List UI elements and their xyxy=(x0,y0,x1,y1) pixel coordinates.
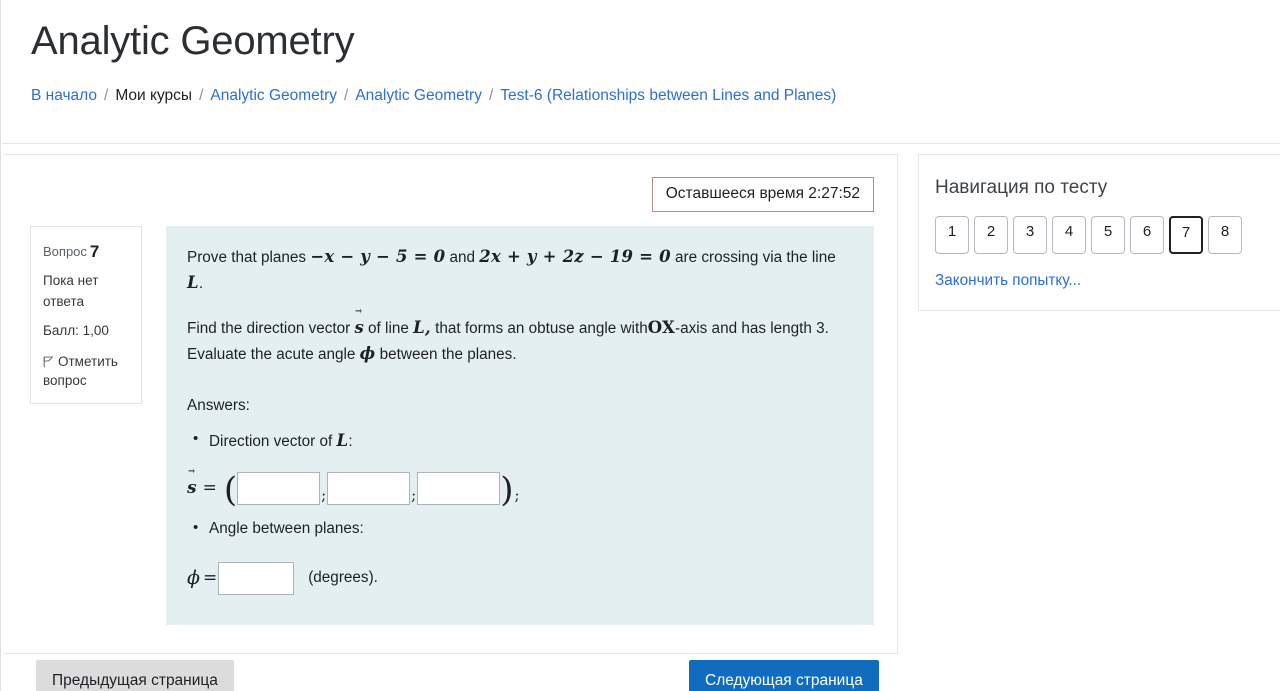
vector-component-z-input[interactable] xyxy=(417,472,501,506)
q2-pre: Find the direction vector xyxy=(187,319,351,337)
breadcrumb-separator: / xyxy=(199,87,204,104)
question-button-3[interactable]: 3 xyxy=(1013,215,1047,254)
axis-label: OX xyxy=(647,317,676,337)
next-page-button[interactable]: Следующая страница xyxy=(689,660,879,691)
quiz-timer: Оставшееся время 2:27:52 xyxy=(651,177,874,212)
question-info-box: Вопрос 7 Пока нет ответа Балл: 1,00 Отмет… xyxy=(30,225,142,405)
breadcrumb-item-home[interactable]: В начало xyxy=(31,87,97,104)
plane-equation-2: 2x + y + 2z − 19 = 0 xyxy=(479,246,671,266)
quiz-navigation-title: Навигация по тесту xyxy=(935,177,1108,198)
breadcrumb-separator: / xyxy=(104,87,109,104)
question-paragraph-2: Find the direction vector s of line L, t… xyxy=(187,315,852,368)
angle-value-input[interactable] xyxy=(218,561,295,595)
angle-input-row: ϕ = (degrees). xyxy=(187,561,852,595)
question-button-7[interactable]: 7 xyxy=(1169,215,1203,254)
breadcrumb-item-course[interactable]: Analytic Geometry xyxy=(210,87,337,104)
vector-equals-sign: = xyxy=(202,478,217,499)
phi-symbol: ϕ xyxy=(187,566,200,589)
answers-list-2: Angle between planes: xyxy=(187,516,852,541)
question-number-label: Вопрос xyxy=(43,243,87,259)
breadcrumb-item-section[interactable]: Analytic Geometry xyxy=(355,87,482,104)
line-label: L xyxy=(187,273,199,293)
question-state: Пока нет ответа xyxy=(43,273,99,310)
question-button-2[interactable]: 2 xyxy=(974,215,1008,254)
component-separator: ; xyxy=(321,485,327,504)
vector-s-symbol: s xyxy=(187,475,197,502)
breadcrumb-item-my-courses: Мои курсы xyxy=(115,87,193,104)
vector-component-x-input[interactable] xyxy=(237,472,321,506)
flag-question-button[interactable]: Отметить вопрос xyxy=(43,352,131,391)
q2-mid2: that forms an obtuse angle with xyxy=(435,319,648,337)
component-separator: ; xyxy=(411,485,417,504)
question-paragraph-1: Prove that planes −x − y − 5 = 0 and 2x … xyxy=(187,244,852,297)
finish-attempt-link[interactable]: Закончить попытку... xyxy=(935,272,1081,290)
plane-equation-1: −x − y − 5 = 0 xyxy=(310,246,446,266)
page-title: Analytic Geometry xyxy=(31,19,355,63)
flag-icon xyxy=(43,354,54,368)
question-button-5[interactable]: 5 xyxy=(1091,215,1125,254)
question-button-4[interactable]: 4 xyxy=(1052,215,1086,254)
page-navigation-buttons: Предыдущая страница Следующая страница xyxy=(1,660,899,691)
vector-component-y-input[interactable] xyxy=(327,472,411,506)
question-button-6[interactable]: 6 xyxy=(1130,215,1164,254)
answers-heading: Answers: xyxy=(187,396,250,414)
question-card: Оставшееся время 2:27:52 Вопрос 7 Пока не… xyxy=(4,154,898,654)
question-number: 7 xyxy=(89,241,100,261)
flag-question-label: Отметить вопрос xyxy=(43,353,118,389)
q2-post: between the planes. xyxy=(379,346,517,364)
page-header: Analytic Geometry В начало / Мои курсы / Ana… xyxy=(1,0,1280,106)
question-grade: Балл: 1,00 xyxy=(43,323,109,338)
quiz-page: Analytic Geometry В начало / Мои курсы / Ana… xyxy=(0,0,1280,691)
q2-mid1: of line xyxy=(368,319,409,337)
breadcrumb-separator: / xyxy=(344,87,349,104)
question-button-1[interactable]: 1 xyxy=(935,215,969,254)
answers-list: Direction vector of L: xyxy=(187,427,852,454)
line-label-2: L, xyxy=(413,317,431,337)
direction-vector-label: Direction vector of xyxy=(209,433,333,451)
timer-row: Оставшееся время 2:27:52 xyxy=(4,155,897,212)
breadcrumb: В начало / Мои курсы / Analytic Geometry / Ana… xyxy=(31,86,1280,106)
angle-symbol: ϕ xyxy=(359,344,376,364)
degrees-note: (degrees). xyxy=(308,568,378,586)
previous-page-button[interactable]: Предыдущая страница xyxy=(36,660,234,691)
question-button-8[interactable]: 8 xyxy=(1208,215,1242,254)
direction-vector-symbol: s xyxy=(355,315,364,341)
direction-vector-line: L xyxy=(336,431,349,451)
q1-mid: and xyxy=(449,248,476,266)
breadcrumb-separator: / xyxy=(488,87,494,104)
direction-vector-colon: : xyxy=(348,433,353,451)
q1-pre: Prove that planes xyxy=(187,248,307,266)
question-content: Prove that planes −x − y − 5 = 0 and 2x … xyxy=(166,225,874,626)
q1-period: . xyxy=(198,275,204,293)
q1-post: are crossing via the line xyxy=(675,248,836,266)
question-text: Prove that planes −x − y − 5 = 0 and 2x … xyxy=(187,244,852,368)
question-row: Вопрос 7 Пока нет ответа Балл: 1,00 Отмет… xyxy=(4,212,897,626)
question-buttons: 1 2 3 4 5 6 7 8 xyxy=(935,215,1280,254)
question-number-row: Вопрос 7 xyxy=(43,239,131,265)
trailing-semicolon: ; xyxy=(514,485,520,504)
answer-item-angle: Angle between planes: xyxy=(193,516,852,541)
vector-input-row: s = ( ; ; ) ; xyxy=(187,471,852,507)
answer-item-direction-vector: Direction vector of L: xyxy=(193,427,852,454)
quiz-navigation-panel: Навигация по тесту 1 2 3 4 5 6 7 8 Закон… xyxy=(918,154,1280,311)
quiz-body: Оставшееся время 2:27:52 Вопрос 7 Пока не… xyxy=(1,144,1280,691)
phi-equals-sign: = xyxy=(202,567,218,588)
breadcrumb-item-test[interactable]: Test-6 (Relationships between Lines and … xyxy=(500,87,836,104)
